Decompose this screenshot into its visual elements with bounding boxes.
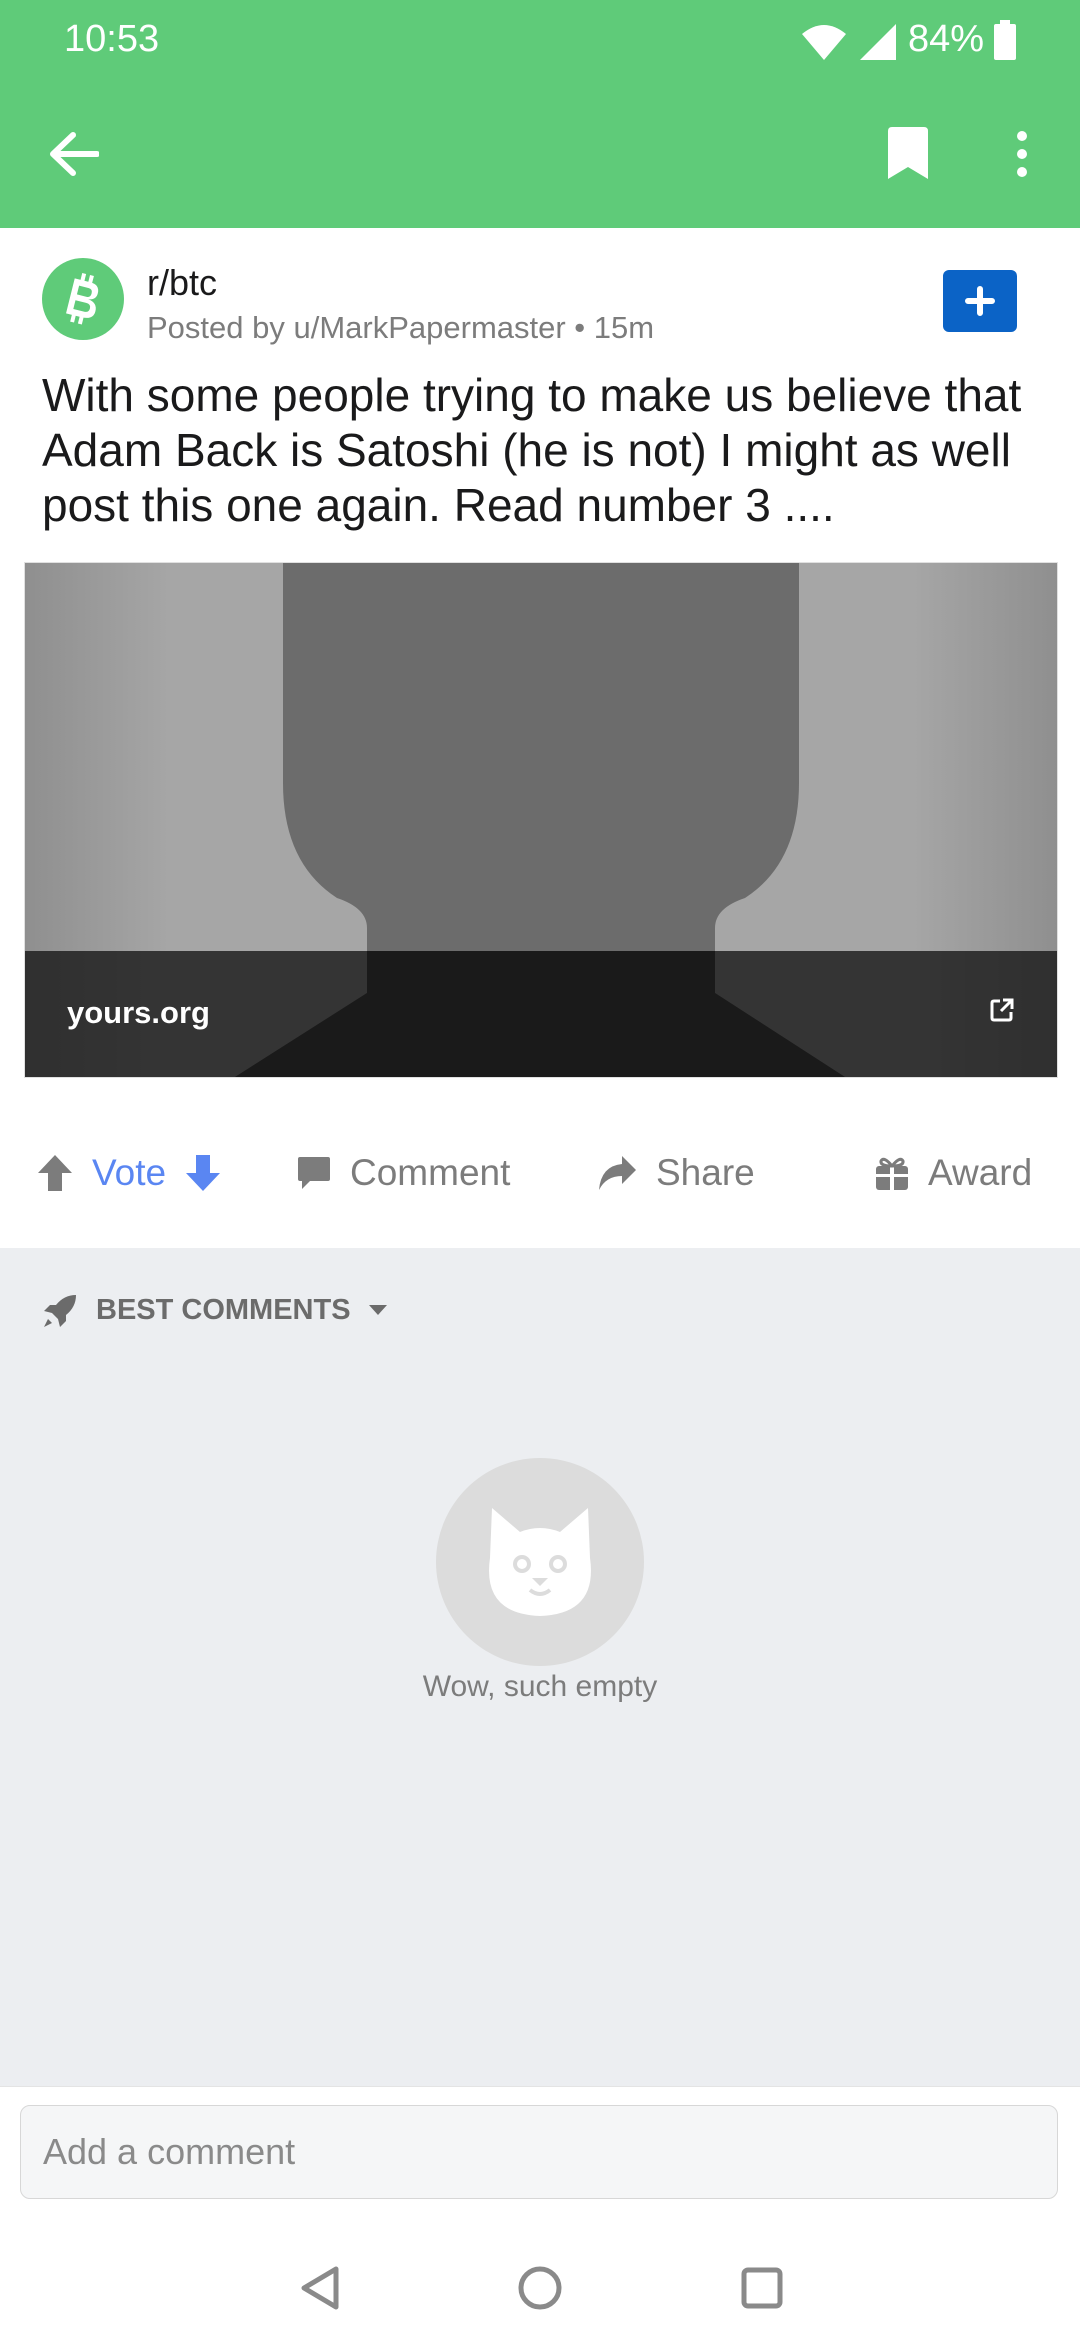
empty-state-text: Wow, such empty	[422, 1670, 658, 1703]
sort-label: BEST COMMENTS	[96, 1293, 351, 1326]
signal-icon	[860, 24, 896, 60]
app-bar	[0, 80, 1080, 228]
plus-icon	[965, 286, 995, 316]
subreddit-name[interactable]: r/btc	[147, 262, 217, 304]
back-button[interactable]	[34, 114, 114, 194]
back-arrow-icon	[50, 132, 99, 176]
save-post-button[interactable]	[868, 114, 948, 194]
award-button[interactable]: Award	[874, 1148, 1032, 1198]
nav-home-icon[interactable]	[517, 2265, 563, 2311]
post-title: With some people trying to make us belie…	[42, 369, 1022, 531]
share-icon	[599, 1156, 636, 1190]
status-time: 10:53	[64, 18, 160, 60]
bitcoin-logo-icon	[66, 273, 99, 325]
comment-label: Comment	[350, 1152, 511, 1193]
bookmark-icon	[888, 127, 928, 179]
wifi-icon	[802, 25, 846, 60]
link-preview[interactable]: yours.org	[24, 562, 1058, 1078]
upvote-icon[interactable]	[36, 1153, 74, 1193]
dropdown-caret-icon	[368, 1305, 387, 1315]
bottom-area	[0, 2086, 1080, 2341]
post-card: r/btc Posted by u/MarkPapermaster • 15m …	[0, 228, 1080, 1248]
nav-back-icon[interactable]	[298, 2265, 342, 2311]
link-caption-bar: yours.org	[25, 951, 1057, 1077]
nav-recents-icon[interactable]	[740, 2265, 784, 2311]
post-actions: Vote Comment Share Award	[0, 1118, 1080, 1228]
subreddit-avatar[interactable]	[42, 258, 124, 340]
share-label: Share	[656, 1152, 755, 1193]
gift-icon	[876, 1157, 908, 1190]
external-link-icon	[990, 998, 1014, 1022]
more-vertical-icon	[1017, 131, 1027, 177]
vote-group: Vote	[36, 1148, 222, 1198]
award-label: Award	[928, 1152, 1033, 1193]
system-nav-bar	[0, 2255, 1080, 2341]
comment-sort-dropdown[interactable]: BEST COMMENTS	[42, 1290, 389, 1330]
top-bar: 10:53 84%	[0, 0, 1080, 228]
vote-label: Vote	[92, 1152, 167, 1193]
comment-button[interactable]: Comment	[296, 1148, 510, 1198]
share-button[interactable]: Share	[596, 1148, 755, 1198]
downvote-icon[interactable]	[184, 1153, 222, 1193]
battery-icon	[994, 20, 1016, 60]
more-options-button[interactable]	[982, 114, 1062, 194]
cat-face-icon	[489, 1508, 591, 1616]
link-domain: yours.org	[67, 995, 210, 1030]
rocket-icon	[44, 1295, 76, 1327]
join-subreddit-button[interactable]	[943, 270, 1017, 332]
post-meta: Posted by u/MarkPapermaster • 15m	[147, 310, 655, 345]
status-bar: 10:53 84%	[0, 0, 1080, 80]
comment-icon	[298, 1157, 330, 1189]
battery-percent: 84%	[908, 18, 985, 60]
add-comment-input[interactable]	[20, 2105, 1058, 2199]
empty-state-illustration	[436, 1458, 644, 1666]
